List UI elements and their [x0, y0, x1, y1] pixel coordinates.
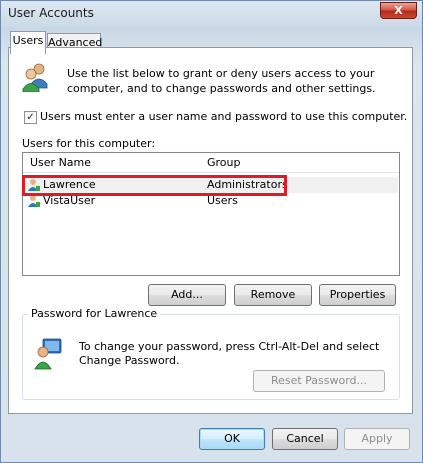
column-header-group[interactable]: Group [207, 154, 241, 172]
add-user-button[interactable]: Add... [148, 284, 226, 306]
column-header-user-name[interactable]: User Name [30, 154, 91, 172]
users-list-label: Users for this computer: [22, 137, 156, 150]
tab-users[interactable]: Users [10, 31, 46, 54]
remove-user-button[interactable]: Remove [234, 284, 312, 306]
ok-button[interactable]: OK [199, 428, 265, 450]
apply-button[interactable]: Apply [344, 428, 410, 450]
require-password-label: Users must enter a user name and passwor… [40, 110, 408, 123]
reset-password-button[interactable]: Reset Password... [253, 370, 385, 392]
require-password-checkbox[interactable]: ✓ [24, 111, 37, 124]
users-listview[interactable]: User Name Group Lawrence Administrators … [22, 152, 400, 276]
properties-button[interactable]: Properties [319, 284, 396, 306]
window-title: User Accounts [8, 6, 94, 20]
tab-users-label: Users [12, 34, 44, 47]
password-help-text: To change your password, press Ctrl-Alt-… [79, 340, 380, 367]
password-icon [34, 336, 64, 370]
highlight-box [22, 175, 287, 196]
users-icon [22, 62, 50, 93]
intro-text: Use the list below to grant or deny user… [67, 67, 376, 95]
user-icon [27, 194, 41, 208]
close-icon: X [394, 4, 403, 17]
close-button[interactable]: X [380, 2, 417, 19]
header-separator [23, 172, 399, 173]
password-group-title: Password for Lawrence [28, 307, 161, 320]
cancel-button[interactable]: Cancel [272, 428, 338, 450]
